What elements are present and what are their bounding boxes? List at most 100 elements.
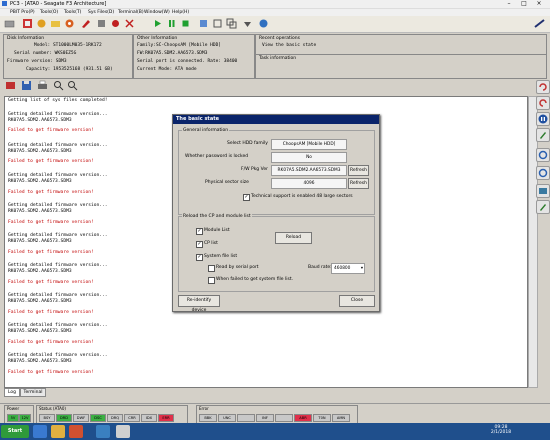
side-redo-icon[interactable] <box>536 96 550 110</box>
toolbar-stop-icon[interactable] <box>180 18 191 29</box>
status-title: Status (ATA0) <box>39 406 66 411</box>
toolbar-folder-icon[interactable] <box>50 18 61 29</box>
when-failed-checkbox[interactable] <box>208 277 215 284</box>
module-list-checkbox[interactable]: ✓ <box>196 228 203 235</box>
log-search-icon[interactable] <box>53 80 64 91</box>
toolbar-pencil-icon[interactable] <box>80 18 91 29</box>
task-information-title: Task information <box>259 56 297 61</box>
toolbar-grid-icon[interactable] <box>22 18 33 29</box>
sys-file-list-checkbox[interactable]: ✓ <box>196 254 203 261</box>
other-information-panel: Other Information Family:SC-ChoopsAM [Mo… <box>133 34 255 79</box>
menu-bar: PBIT Pro(P) Tools(O) Tools(T) Sys Files(… <box>0 9 550 16</box>
disk-firmware: Firmware version: SDM3 <box>7 59 67 64</box>
maximize-button[interactable]: □ <box>517 0 531 8</box>
status-bar: Power 5V 12V Status (ATA0) BSY DRD DWF D… <box>0 403 550 424</box>
log-line: Getting detailed firmware version... <box>8 323 108 328</box>
log-find-next-icon[interactable] <box>67 80 78 91</box>
toolbar-record-icon[interactable] <box>110 18 121 29</box>
toolbar-settings-icon[interactable] <box>64 18 75 29</box>
other-mode: Current Mode: ATA mode <box>137 67 197 72</box>
toolbar-play-icon[interactable] <box>152 18 163 29</box>
log-line: Getting detailed firmware version... <box>8 263 108 268</box>
bottom-tabs: Log Terminal <box>4 388 124 397</box>
taskbar-pc3-icon[interactable] <box>116 425 130 438</box>
start-button[interactable]: Start <box>1 425 29 438</box>
taskbar-app-icon[interactable] <box>96 425 110 438</box>
error-group: Error BBK UNC INF ABR T0N AMN <box>196 405 358 424</box>
error-lamp-inf: INF <box>256 414 274 422</box>
close-window-button[interactable]: × <box>532 0 546 8</box>
clock-date: 2/1/2018 <box>490 430 512 435</box>
cp-list-checkbox[interactable]: ✓ <box>196 241 203 248</box>
taskbar-clock[interactable]: 09:28 2/1/2018 <box>480 425 522 438</box>
disk-capacity: Capacity: 1953525168 (931.51 GB) <box>26 67 113 72</box>
log-line: RK07A5.SDM2.AA6573.SDM3 <box>8 149 72 154</box>
close-button[interactable]: Close <box>339 295 375 307</box>
menu-terminal[interactable]: Terminal(B) <box>118 10 144 15</box>
fw-label: F/W Pkg Ver <box>241 167 268 172</box>
log-open-icon[interactable] <box>5 80 16 91</box>
family-label: Select HDD family <box>227 141 268 146</box>
toolbar-tool-icon[interactable] <box>36 18 47 29</box>
menu-sys-files[interactable]: Sys Files(D) <box>88 10 114 15</box>
log-line-error: Failed to get firmware version! <box>8 310 94 315</box>
cp-list-label: CP list <box>204 241 218 246</box>
error-lamp-amn: AMN <box>332 414 350 422</box>
menu-tools-t[interactable]: Tools(T) <box>64 10 81 15</box>
tech-support-checkbox[interactable]: ✓ <box>243 194 250 201</box>
status-lamp-bsy: BSY <box>39 414 55 422</box>
side-monitor-icon[interactable] <box>536 184 550 198</box>
taskbar-media-icon[interactable] <box>69 425 83 438</box>
side-undo-icon[interactable] <box>536 80 550 94</box>
menu-help[interactable]: Help(H) <box>172 10 189 15</box>
recent-operation-item[interactable]: View the basic state <box>262 43 316 48</box>
toolbar-help-icon[interactable] <box>258 18 269 29</box>
power-lamp-5v: 5V <box>7 414 19 422</box>
toolbar-clear-icon[interactable] <box>124 18 135 29</box>
disk-information-title: Disk Information <box>7 36 45 41</box>
reidentify-device-button[interactable]: Re-identify device <box>178 295 220 313</box>
side-pause-icon[interactable] <box>536 112 550 126</box>
window-controls: – □ × <box>498 0 548 8</box>
toolbar-down-icon[interactable] <box>242 18 253 29</box>
reload-button[interactable]: Reload <box>275 232 312 244</box>
log-save-icon[interactable] <box>21 80 32 91</box>
minimize-button[interactable]: – <box>502 0 516 8</box>
status-lamp-idx: IDX <box>141 414 157 422</box>
status-lamp-crr: CRR <box>124 414 140 422</box>
side-pen-icon[interactable] <box>536 128 550 142</box>
log-line: RK07A5.SDM2.AA6573.SDM3 <box>8 179 72 184</box>
tab-terminal[interactable]: Terminal <box>20 388 46 397</box>
menu-window[interactable]: Window(W) <box>144 10 170 15</box>
side-sync-icon[interactable] <box>536 166 550 180</box>
toolbar-window-icon[interactable] <box>212 18 223 29</box>
status-lamp-dwf: DWF <box>73 414 89 422</box>
taskbar-folder-icon[interactable] <box>51 425 65 438</box>
toolbar-cascade-icon[interactable] <box>226 18 237 29</box>
power-lamp-12v: 12V <box>19 414 31 422</box>
tab-log[interactable]: Log <box>4 388 20 397</box>
log-line: Getting detailed firmware version... <box>8 293 108 298</box>
toolbar-drive-icon[interactable] <box>4 18 15 29</box>
menu-tools-o[interactable]: Tools(O) <box>40 10 58 15</box>
recent-operations-title: Recent operations <box>259 36 300 41</box>
refresh-fw-button[interactable]: Refresh <box>348 165 369 176</box>
toolbar-tools-icon[interactable] <box>96 18 107 29</box>
log-line: Getting list of sys files completed! <box>8 98 108 103</box>
taskbar-ie-icon[interactable] <box>33 425 47 438</box>
read-serial-checkbox[interactable] <box>208 265 215 272</box>
baud-rate-label: Baud rate: <box>308 265 332 270</box>
menu-pbit-pro[interactable]: PBIT Pro(P) <box>10 10 35 15</box>
toolbar-list-icon[interactable] <box>198 18 209 29</box>
baud-rate-select[interactable]: 460800 ▾ <box>331 263 365 274</box>
log-print-icon[interactable] <box>37 80 48 91</box>
refresh-sector-button[interactable]: Refresh <box>348 178 369 189</box>
error-lamp-blank <box>237 414 255 422</box>
side-edit-icon[interactable] <box>536 200 550 214</box>
side-refresh-icon[interactable] <box>536 148 550 162</box>
log-line-error: Failed to get firmware version! <box>8 190 94 195</box>
toolbar-logo-icon <box>534 18 545 29</box>
toolbar-pause-icon[interactable] <box>166 18 177 29</box>
log-line: RK07A5.SDM2.AA6573.SDM3 <box>8 118 72 123</box>
log-line: RK07A5.SDM2.AA6573.SDM3 <box>8 269 72 274</box>
